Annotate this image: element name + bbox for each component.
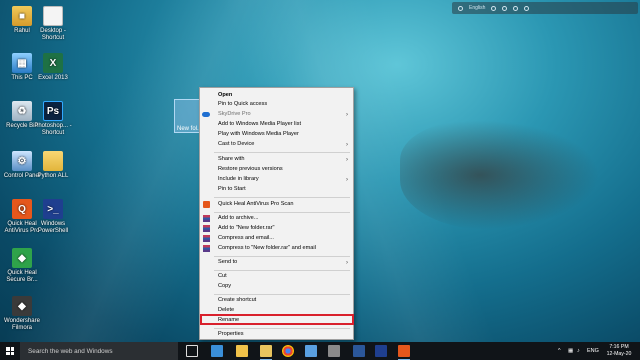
taskbar-clock[interactable]: 7:16 PM 12-May-20 [602,344,636,358]
user-folder-icon: ■ [12,6,32,26]
excel-icon: X [43,53,63,73]
desktop-icon-excel-2013[interactable]: X Excel 2013 [31,53,75,82]
menu-item-properties[interactable]: Properties [200,330,353,339]
menu-item-create-shortcut[interactable]: Create shortcut [200,296,353,305]
task-view-icon[interactable] [186,345,198,357]
winrar-icon [202,225,210,232]
menu-separator [214,294,350,295]
menu-item-copy[interactable]: Copy [200,282,353,291]
chevron-right-icon: › [346,259,348,266]
menu-item-skydrive-pro[interactable]: SkyDrive Pro › [200,110,353,119]
quick-heal-taskbar-icon[interactable] [398,345,410,360]
desktop-icon-windows-powershell[interactable]: >_ Windows PowerShell [31,199,75,235]
chevron-right-icon: › [346,176,348,183]
wallpaper-diver [400,120,600,230]
top-toolbar: English [452,2,638,14]
quick-heal-icon [202,201,210,208]
rename-highlight [200,314,354,325]
menu-item-compress-email[interactable]: Compress and email... [200,234,353,243]
menu-item-restore-previous[interactable]: Restore previous versions [200,165,353,174]
photoshop-icon: Ps [43,101,63,121]
menu-item-include-in-library[interactable]: Include in library › [200,175,353,184]
menu-item-play-wmp[interactable]: Play with Windows Media Player [200,130,353,139]
windows-logo-icon [6,347,14,355]
filmora-icon: ◆ [12,296,32,316]
winrar-icon [202,245,210,252]
cloud-icon [202,112,210,117]
desktop-icon-label: Excel 2013 [38,75,68,81]
menu-item-compress-rar-email[interactable]: Compress to "New folder.rar" and email [200,244,353,253]
language-label[interactable]: English [469,5,485,11]
menu-item-cut[interactable]: Cut [200,272,353,281]
search-icon[interactable] [458,5,463,11]
chrome-icon[interactable] [282,345,294,357]
file-explorer-icon[interactable] [236,345,248,357]
desktop-icon-label: Python ALL [37,173,69,179]
menu-item-add-wmp-list[interactable]: Add to Windows Media Player list [200,120,353,129]
chevron-right-icon: › [346,111,348,118]
language-indicator[interactable]: ENG [587,342,599,360]
desktop-icon-label: Desktop - Shortcut [40,28,66,41]
chevron-right-icon: › [346,141,348,148]
menu-item-pin-to-start[interactable]: Pin to Start [200,185,353,194]
desktop-icon-desktop-shortcut[interactable]: Desktop - Shortcut [31,6,75,42]
close-icon[interactable] [524,5,530,11]
winrar-icon [202,215,210,222]
edge-browser-icon[interactable] [211,345,223,357]
menu-item-open[interactable]: Open [200,91,353,100]
share-icon[interactable] [502,5,508,11]
folder-icon [43,151,63,171]
clock-date: 12-May-20 [606,351,632,357]
menu-separator [214,328,350,329]
powershell-taskbar-icon[interactable] [375,345,387,357]
taskbar: Search the web and Windows ^ ▦ ♪ ENG 7:1… [0,342,640,360]
menu-separator [214,152,350,153]
menu-separator [214,197,350,198]
desktop-icon-quick-heal-secure-browser[interactable]: ◆ Quick Heal Secure Br... [0,248,44,284]
taskbar-search-box[interactable]: Search the web and Windows [20,342,178,360]
desktop-icon-python-all[interactable]: Python ALL [31,151,75,180]
menu-item-share-with[interactable]: Share with › [200,155,353,164]
desktop-icon-label: Quick Heal Secure Br... [6,270,38,283]
shortcut-document-icon [43,6,63,26]
media-icon[interactable] [305,345,317,357]
desktop-icon-label: Windows PowerShell [37,221,69,234]
menu-item-cast-to-device[interactable]: Cast to Device › [200,140,353,149]
start-button[interactable] [0,342,20,360]
desktop-icon-label: Photoshop... - Shortcut [34,123,72,136]
word-icon[interactable] [353,345,365,357]
secure-browser-icon: ◆ [12,248,32,268]
powershell-icon: >_ [43,199,63,219]
refresh-icon[interactable] [513,5,519,11]
network-icon[interactable]: ▦ [568,342,573,360]
menu-item-pin-quick-access[interactable]: Pin to Quick access [200,100,353,109]
clock-time: 7:16 PM [609,344,629,350]
chevron-right-icon: › [346,156,348,163]
menu-item-quick-heal-scan[interactable]: Quick Heal AntiVirus Pro Scan [200,200,353,209]
control-panel-icon: ⚙ [12,151,32,171]
menu-separator [214,270,350,271]
menu-separator [214,256,350,257]
quick-heal-icon: Q [12,199,32,219]
winrar-icon [202,235,210,242]
selected-new-folder[interactable]: New fol... [174,99,202,133]
settings-icon[interactable] [491,5,497,11]
volume-icon[interactable]: ♪ [577,342,580,360]
context-menu: Open Pin to Quick access SkyDrive Pro › … [199,87,354,340]
folder-app-icon[interactable] [260,345,272,360]
recycle-bin-icon: ♻ [12,101,32,121]
menu-separator [214,212,350,213]
menu-item-add-to-rar[interactable]: Add to "New folder.rar" [200,224,353,233]
computer-icon: ▦ [12,53,32,73]
tray-chevron-icon[interactable]: ^ [558,342,561,360]
search-placeholder: Search the web and Windows [28,347,113,355]
desktop-icon-photoshop-shortcut[interactable]: Ps Photoshop... - Shortcut [31,101,75,137]
desktop-icon-wondershare-filmora[interactable]: ◆ Wondershare Filmora [0,296,44,332]
desktop-icon-label: Wondershare Filmora [4,318,40,331]
tool-icon[interactable] [328,345,340,357]
menu-item-add-to-archive[interactable]: Add to archive... [200,214,353,223]
menu-item-send-to[interactable]: Send to › [200,258,353,267]
